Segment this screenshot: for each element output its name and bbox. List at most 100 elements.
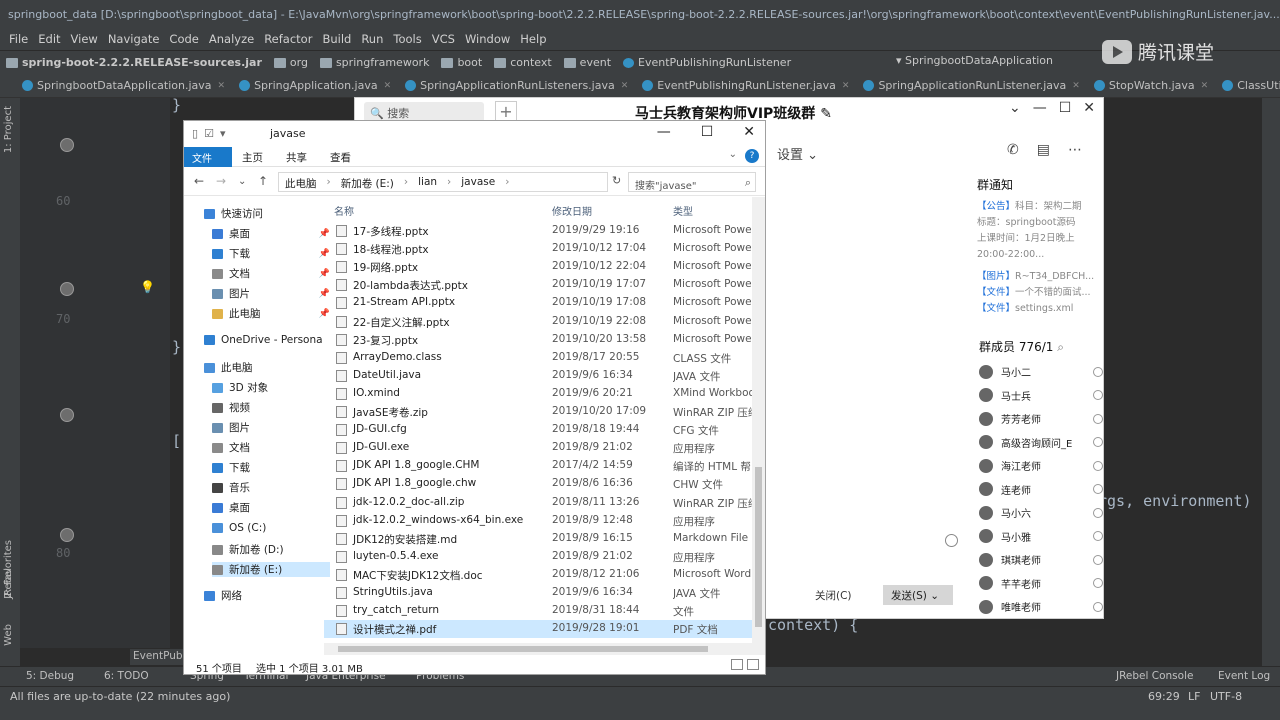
tool-favorites[interactable]: 2: Favorites [3, 540, 14, 598]
nav-item[interactable]: 图片 [212, 420, 330, 435]
member-item[interactable]: 连老师 [979, 478, 1103, 502]
file-row[interactable]: 21-Stream API.pptx 2019/10/19 17:08 Micros… [324, 294, 752, 312]
menu-analyze[interactable]: Analyze [204, 30, 259, 50]
help-icon[interactable]: ? [745, 149, 759, 163]
file-row[interactable]: JD-GUI.cfg 2019/8/18 19:44 CFG 文件 [324, 421, 752, 439]
nav-item[interactable]: OneDrive - Persona [204, 334, 323, 346]
menu-file[interactable]: File [4, 30, 33, 50]
file-row[interactable]: ArrayDemo.class 2019/8/17 20:55 CLASS 文件 [324, 349, 752, 367]
file-row[interactable]: 17-多线程.pptx 2019/9/29 19:16 Microsoft Powe [324, 222, 752, 240]
tab-share[interactable]: 共享 [286, 150, 307, 165]
address-bar[interactable]: 此电脑 › 新加卷 (E:) › lian › javase › [278, 172, 608, 192]
nav-item[interactable]: 桌面 [212, 500, 330, 515]
breadcrumb-javase[interactable]: javase [461, 176, 495, 188]
file-encoding[interactable]: UTF-8 [1210, 690, 1242, 703]
file-row[interactable]: JDK API 1.8_google.chw 2019/8/6 16:36 CHW … [324, 475, 752, 493]
menu-navigate[interactable]: Navigate [103, 30, 165, 50]
nav-item[interactable]: 下载 📌 [212, 246, 330, 261]
phone-icon[interactable]: ✆ [1007, 142, 1019, 158]
nav-item[interactable]: 下载 [212, 460, 330, 475]
file-row[interactable]: 23-复习.pptx 2019/10/20 13:58 Microsoft Powe [324, 331, 752, 349]
breadcrumb-org[interactable]: org [273, 56, 308, 69]
forward-arrow-icon[interactable]: → [216, 174, 226, 188]
nav-item[interactable]: OS (C:) [212, 522, 330, 534]
up-arrow-icon[interactable]: ↑ [258, 174, 268, 188]
tab-classutils[interactable]: ClassUtils.java [1222, 79, 1280, 92]
close-icon[interactable]: ✕ [384, 81, 392, 91]
menu-edit[interactable]: Edit [33, 30, 65, 50]
more-icon[interactable]: ⋯ [1068, 142, 1082, 158]
tool-web[interactable]: Web [3, 624, 14, 646]
nav-item[interactable]: 文档 📌 [212, 266, 330, 281]
refresh-icon[interactable]: ↻ [612, 174, 621, 187]
chat-close-button[interactable]: 关闭(C) [815, 588, 852, 603]
line-separator[interactable]: LF [1188, 690, 1200, 703]
nav-item[interactable]: 视频 [212, 400, 330, 415]
search-input[interactable]: 搜索"javase" ⌕ [628, 172, 756, 192]
notice-line[interactable]: 【公告】科目：架构二期 [977, 199, 1103, 215]
override-gutter-icon[interactable] [60, 408, 74, 422]
horizontal-scrollbar[interactable] [324, 643, 752, 655]
nav-item[interactable]: 文档 [212, 440, 330, 455]
tab-springapplicationrunlistener[interactable]: SpringApplicationRunListener.java ✕ [863, 79, 1080, 92]
menu-run[interactable]: Run [356, 30, 388, 50]
file-row[interactable]: try_catch_return 2019/8/31 18:44 文件 [324, 602, 752, 620]
close-icon[interactable]: ✕ [1201, 81, 1209, 91]
tab-home[interactable]: 主页 [242, 150, 263, 165]
tool-project[interactable]: 1: Project [3, 106, 14, 153]
member-item[interactable]: 芊芊老师 [979, 572, 1103, 596]
search-icon[interactable]: ⌕ [1057, 340, 1064, 354]
minimize-icon[interactable]: — [1033, 100, 1047, 116]
file-row[interactable]: JDK API 1.8_google.CHM 2017/4/2 14:59 编译的 … [324, 457, 752, 475]
file-row[interactable]: 20-lambda表达式.pptx 2019/10/19 17:07 Microso… [324, 276, 752, 294]
chevron-down-icon[interactable]: ▾ [220, 127, 226, 140]
member-item[interactable]: 马小二 [979, 360, 1103, 384]
run-configuration-selector[interactable]: ▾ SpringbootDataApplication [896, 54, 1053, 67]
back-arrow-icon[interactable]: ← [194, 174, 204, 188]
close-icon[interactable]: ✕ [842, 81, 850, 91]
tool-debug[interactable]: 5: Debug [26, 670, 74, 682]
breadcrumb-drive-e[interactable]: 新加卷 (E:) [341, 176, 394, 190]
nav-item[interactable]: 快速访问 [204, 206, 322, 221]
member-item[interactable]: 唯唯老师 [979, 595, 1103, 619]
vertical-scrollbar[interactable] [752, 197, 765, 655]
tool-todo[interactable]: 6: TODO [104, 670, 149, 682]
nav-item[interactable]: 此电脑 📌 [212, 306, 330, 321]
debug-session-tab[interactable]: EventPubli [130, 649, 190, 665]
notice-line[interactable]: 【文件】一个不错的面试... [977, 285, 1103, 301]
breadcrumb-context[interactable]: context [494, 56, 552, 69]
tab-eventpublishingrunlistener[interactable]: EventPublishingRunListener.java ✕ [642, 79, 849, 92]
file-row[interactable]: 22-自定义注解.pptx 2019/10/19 22:08 Microsoft P… [324, 313, 752, 331]
file-row[interactable]: 设计模式之禅.pdf 2019/9/28 19:01 PDF 文档 [324, 620, 752, 639]
close-icon[interactable]: ✕ [743, 124, 755, 140]
member-item[interactable]: 马小雅 [979, 525, 1103, 549]
column-name[interactable]: 名称 [334, 203, 354, 218]
column-date[interactable]: 修改日期 [552, 203, 592, 218]
file-row[interactable]: 19-网络.pptx 2019/10/12 22:04 Microsoft Powe [324, 258, 752, 276]
breadcrumb-this-pc[interactable]: 此电脑 [285, 176, 317, 190]
checkbox-icon[interactable]: ☑ [204, 127, 214, 140]
pin-icon[interactable]: ⌄ [1009, 100, 1021, 116]
member-item[interactable]: 琪琪老师 [979, 548, 1103, 572]
tab-springapplication[interactable]: SpringApplication.java ✕ [239, 79, 391, 92]
edit-icon[interactable]: ✎ [820, 106, 832, 122]
menu-view[interactable]: View [66, 30, 103, 50]
override-gutter-icon[interactable] [60, 528, 74, 542]
breadcrumb-class[interactable]: EventPublishingRunListener [623, 56, 791, 69]
history-clock-icon[interactable] [945, 534, 958, 547]
chevron-down-icon[interactable]: ⌄ [930, 590, 939, 602]
minimize-icon[interactable]: — [657, 124, 671, 140]
menu-tools[interactable]: Tools [388, 30, 426, 50]
member-item[interactable]: 高级咨询顾问_E [979, 431, 1103, 455]
nav-item[interactable]: 3D 对象 [212, 380, 330, 395]
file-row[interactable]: JD-GUI.exe 2019/8/9 21:02 应用程序 [324, 439, 752, 457]
tool-jrebel-console[interactable]: JRebel Console [1116, 670, 1193, 682]
search-icon[interactable]: ⌕ [745, 176, 751, 190]
breadcrumb-event[interactable]: event [563, 56, 611, 69]
notice-line[interactable]: 【文件】settings.xml [977, 301, 1103, 317]
file-row[interactable]: DateUtil.java 2019/9/6 16:34 JAVA 文件 [324, 367, 752, 385]
chat-settings-menu[interactable]: 设置 ⌄ [777, 144, 818, 163]
details-view-icon[interactable] [731, 659, 743, 670]
maximize-icon[interactable]: ☐ [701, 124, 714, 140]
member-item[interactable]: 芳芳老师 [979, 407, 1103, 431]
